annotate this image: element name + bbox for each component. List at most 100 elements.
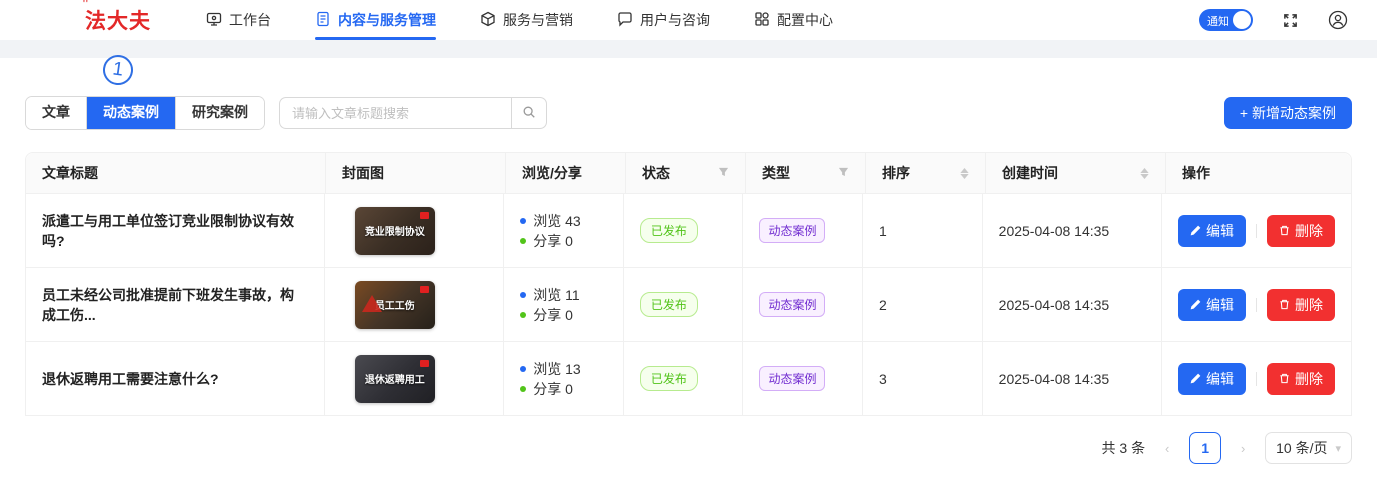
nav-item-content-management[interactable]: 内容与服务管理 [315, 0, 436, 40]
created-sorter-icon[interactable] [1140, 168, 1149, 179]
fullscreen-icon[interactable] [1279, 9, 1301, 31]
cover-thumbnail[interactable]: 员工工伤 [355, 281, 435, 329]
order-sorter-icon[interactable] [960, 168, 969, 179]
trash-icon [1279, 225, 1290, 236]
nav-item-workbench[interactable]: 工作台 [206, 0, 271, 40]
brand-logo[interactable]: ''法大夫 [85, 5, 151, 35]
views-dot [520, 366, 526, 372]
cover-cell: 退休返聘用工 [325, 342, 504, 415]
nav-item-config-center[interactable]: 配置中心 [754, 0, 833, 40]
type-filter-icon[interactable] [838, 165, 849, 181]
top-navigation-bar: ''法大夫 工作台 内容与服务管理 服务与营销 [0, 0, 1377, 40]
col-header-order: 排序 [866, 153, 986, 193]
type-cell: 动态案例 [743, 194, 863, 267]
cover-logo-mark [420, 212, 429, 219]
type-badge: 动态案例 [759, 218, 825, 243]
article-title: 员工未经公司批准提前下班发生事故，构成工伤... [26, 268, 325, 341]
table-row: 派遣工与用工单位签订竞业限制协议有效吗? 竞业限制协议 浏览 43 分享 0 已… [26, 193, 1351, 267]
type-cell: 动态案例 [743, 268, 863, 341]
created-time-cell: 2025-04-08 14:35 [983, 268, 1162, 341]
pencil-icon [1190, 373, 1201, 384]
created-time-cell: 2025-04-08 14:35 [983, 342, 1162, 415]
next-page-button[interactable]: › [1235, 441, 1251, 456]
user-avatar-icon[interactable] [1327, 9, 1349, 31]
pencil-icon [1190, 299, 1201, 310]
edit-button[interactable]: 编辑 [1178, 215, 1246, 247]
views-shares-cell: 浏览 13 分享 0 [504, 342, 624, 415]
nav-item-users[interactable]: 用户与咨询 [617, 0, 710, 40]
views-shares-cell: 浏览 11 分享 0 [504, 268, 624, 341]
search-button[interactable] [511, 97, 547, 129]
col-header-title: 文章标题 [26, 153, 326, 193]
col-header-type: 类型 [746, 153, 866, 193]
table-header-row: 文章标题 封面图 浏览/分享 状态 类型 排序 [26, 153, 1351, 193]
nav-label: 内容与服务管理 [338, 10, 436, 30]
search-input[interactable] [279, 97, 511, 129]
edit-button[interactable]: 编辑 [1178, 289, 1246, 321]
col-header-created: 创建时间 [986, 153, 1166, 193]
cover-thumbnail[interactable]: 竞业限制协议 [355, 207, 435, 255]
cover-cell: 竞业限制协议 [325, 194, 504, 267]
cover-warning-triangle [362, 295, 382, 312]
col-header-cover: 封面图 [326, 153, 506, 193]
col-header-status: 状态 [626, 153, 746, 193]
status-badge: 已发布 [640, 292, 698, 317]
cover-logo-mark [420, 360, 429, 367]
pencil-icon [1190, 225, 1201, 236]
ops-cell: 编辑 删除 [1162, 342, 1351, 415]
table-row: 退休返聘用工需要注意什么? 退休返聘用工 浏览 13 分享 0 已发布 动态案例… [26, 341, 1351, 415]
tab-research-cases[interactable]: 研究案例 [176, 97, 264, 129]
type-badge: 动态案例 [759, 292, 825, 317]
table-row: 员工未经公司批准提前下班发生事故，构成工伤... 员工工伤 浏览 11 分享 0… [26, 267, 1351, 341]
views-dot [520, 218, 526, 224]
main-nav: 工作台 内容与服务管理 服务与营销 用户与咨询 [206, 0, 833, 40]
page-size-select[interactable]: 10 条/页 ▾ [1265, 432, 1352, 464]
logo-text: 法大夫 [85, 10, 151, 33]
order-cell: 1 [863, 194, 983, 267]
page-number-1[interactable]: 1 [1189, 432, 1221, 464]
header-divider-band [0, 40, 1377, 58]
status-filter-icon[interactable] [718, 165, 729, 181]
topbar-right: 通知 [1199, 9, 1349, 31]
total-count: 共 3 条 [1102, 438, 1146, 458]
trash-icon [1279, 299, 1290, 310]
nav-item-marketing[interactable]: 服务与营销 [480, 0, 573, 40]
article-title: 派遣工与用工单位签订竞业限制协议有效吗? [26, 194, 325, 267]
type-cell: 动态案例 [743, 342, 863, 415]
col-header-ops: 操作 [1166, 153, 1351, 193]
tab-articles[interactable]: 文章 [26, 97, 87, 129]
pagination: 共 3 条 ‹ 1 › 10 条/页 ▾ [0, 416, 1377, 464]
workbench-icon [206, 11, 222, 30]
delete-button[interactable]: 删除 [1267, 289, 1335, 321]
trash-icon [1279, 373, 1290, 384]
table-body: 派遣工与用工单位签订竞业限制协议有效吗? 竞业限制协议 浏览 43 分享 0 已… [26, 193, 1351, 415]
add-dynamic-case-button[interactable]: + 新增动态案例 [1224, 97, 1352, 129]
prev-page-button[interactable]: ‹ [1159, 441, 1175, 456]
button-divider [1256, 224, 1257, 238]
delete-button[interactable]: 删除 [1267, 215, 1335, 247]
nav-label: 配置中心 [777, 10, 833, 30]
nav-label: 用户与咨询 [640, 10, 710, 30]
notification-toggle[interactable]: 通知 [1199, 9, 1253, 31]
delete-button[interactable]: 删除 [1267, 363, 1335, 395]
col-header-views: 浏览/分享 [506, 153, 626, 193]
cover-thumbnail[interactable]: 退休返聘用工 [355, 355, 435, 403]
button-divider [1256, 372, 1257, 386]
chat-bubble-icon [617, 11, 633, 30]
views-dot [520, 292, 526, 298]
tab-dynamic-cases[interactable]: 动态案例 [87, 97, 176, 129]
article-title: 退休返聘用工需要注意什么? [26, 342, 325, 415]
status-cell: 已发布 [624, 194, 744, 267]
ops-cell: 编辑 删除 [1162, 268, 1351, 341]
status-badge: 已发布 [640, 218, 698, 243]
button-divider [1256, 298, 1257, 312]
grid-icon [754, 11, 770, 30]
annotation-number: 1 [111, 58, 125, 81]
shares-dot [520, 312, 526, 318]
chevron-down-icon: ▾ [1335, 442, 1341, 455]
created-time-cell: 2025-04-08 14:35 [983, 194, 1162, 267]
nav-label: 工作台 [229, 10, 271, 30]
ops-cell: 编辑 删除 [1162, 194, 1351, 267]
box-icon [480, 11, 496, 30]
edit-button[interactable]: 编辑 [1178, 363, 1246, 395]
